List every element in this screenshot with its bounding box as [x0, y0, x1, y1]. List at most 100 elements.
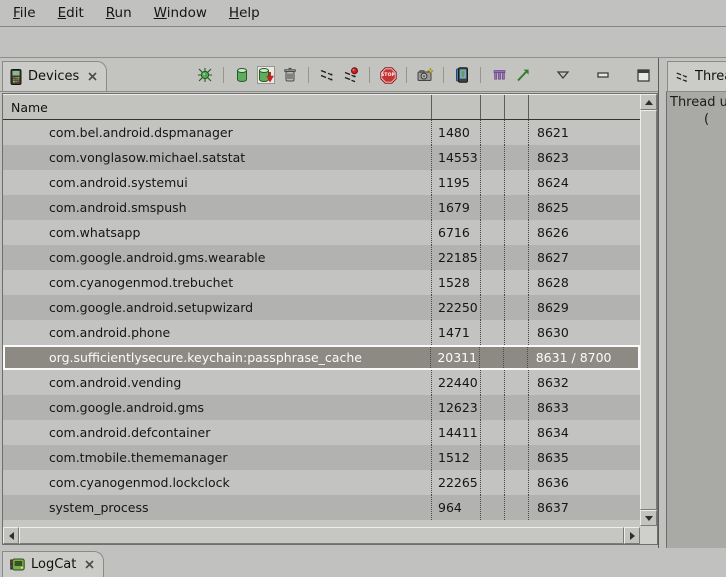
view-menu-icon[interactable]: [554, 66, 572, 84]
row-heap-cell: [480, 295, 504, 320]
threads-view: Threads Thread up (: [666, 58, 726, 553]
row-port: 8624: [528, 170, 640, 195]
column-header-threads[interactable]: [504, 95, 528, 119]
scroll-left-button[interactable]: [3, 527, 19, 544]
horizontal-scroll-thumb[interactable]: [19, 527, 624, 544]
table-row[interactable]: system_process 964 8637: [3, 495, 640, 520]
row-threads-cell: [504, 170, 528, 195]
row-pid: 20311: [430, 347, 479, 368]
garbage-collect-icon[interactable]: [281, 66, 299, 84]
scroll-right-button[interactable]: [624, 527, 640, 544]
table-row[interactable]: com.cyanogenmod.lockclock 22265 8636: [3, 470, 640, 495]
minimize-icon[interactable]: [594, 66, 612, 84]
table-row[interactable]: com.android.vending 22440 8632: [3, 370, 640, 395]
debug-icon[interactable]: [196, 66, 214, 84]
tab-threads-label: Threads: [695, 69, 726, 84]
logcat-icon: [10, 558, 25, 571]
row-pid: 22250: [431, 295, 480, 320]
device-icon[interactable]: [453, 66, 471, 84]
ddms-window: File Edit Run Window Help D: [0, 0, 726, 577]
tab-devices-label: Devices: [28, 69, 79, 84]
table-row[interactable]: com.android.defcontainer 14411 8634: [3, 420, 640, 445]
devices-toolbar: STOP: [196, 62, 652, 88]
table-row[interactable]: com.google.android.setupwizard 22250 862…: [3, 295, 640, 320]
table-row[interactable]: com.whatsapp 6716 8626: [3, 220, 640, 245]
tab-logcat[interactable]: LogCat: [2, 551, 104, 577]
row-heap-cell: [480, 320, 504, 345]
table-header[interactable]: Name: [3, 94, 640, 120]
table-row[interactable]: com.google.android.gms 12623 8633: [3, 395, 640, 420]
close-icon[interactable]: [88, 72, 97, 81]
row-name: com.google.android.gms.wearable: [3, 245, 431, 270]
screen-capture-icon[interactable]: [416, 66, 434, 84]
toolbar-separator: [223, 67, 224, 83]
toolbar-separator: [480, 67, 481, 83]
row-threads-cell: [504, 370, 528, 395]
opengl-trace-icon[interactable]: [514, 66, 532, 84]
close-icon[interactable]: [85, 560, 94, 569]
update-threads-icon[interactable]: [318, 66, 336, 84]
column-header-heap[interactable]: [480, 95, 504, 119]
row-port: 8623: [528, 145, 640, 170]
row-threads-cell: [504, 220, 528, 245]
vertical-scrollbar[interactable]: [640, 94, 657, 526]
row-name: com.cyanogenmod.lockclock: [3, 470, 431, 495]
tab-devices[interactable]: Devices: [2, 61, 107, 91]
table-viewport: Name com.bel.android.dspmanager 1480 862…: [3, 94, 640, 526]
row-port: 8621: [528, 120, 640, 145]
row-name: com.bel.android.dspmanager: [3, 120, 431, 145]
table-row[interactable]: com.vonglasow.michael.satstat 14553 8623: [3, 145, 640, 170]
row-name: com.google.android.setupwizard: [3, 295, 431, 320]
column-header-pid[interactable]: [431, 95, 480, 119]
row-name: org.sufficientlysecure.keychain:passphra…: [5, 347, 430, 368]
table-row[interactable]: com.android.smspush 1679 8625: [3, 195, 640, 220]
menu-item[interactable]: Run: [95, 3, 143, 23]
row-port: 8629: [528, 295, 640, 320]
row-threads-cell: [504, 145, 528, 170]
devices-table: Name com.bel.android.dspmanager 1480 862…: [2, 93, 658, 545]
table-row[interactable]: com.tmobile.thememanager 1512 8635: [3, 445, 640, 470]
threads-panel-body: Thread up (: [666, 92, 726, 552]
scroll-up-button[interactable]: [640, 94, 657, 110]
row-pid: 12623: [431, 395, 480, 420]
row-heap-cell: [480, 370, 504, 395]
systrace-icon[interactable]: [490, 66, 508, 84]
row-name: com.android.phone: [3, 320, 431, 345]
row-port: 8628: [528, 270, 640, 295]
menu-item[interactable]: Window: [143, 3, 218, 23]
tab-threads[interactable]: Threads: [667, 61, 726, 91]
table-row[interactable]: com.android.phone 1471 8630: [3, 320, 640, 345]
column-header-name[interactable]: Name: [3, 95, 431, 119]
threads-icon: [675, 70, 689, 84]
start-method-profiling-icon[interactable]: [342, 66, 360, 84]
threads-message-line2: (: [704, 112, 709, 127]
row-name: com.vonglasow.michael.satstat: [3, 145, 431, 170]
row-name: com.android.defcontainer: [3, 420, 431, 445]
row-name: com.whatsapp: [3, 220, 431, 245]
horizontal-scrollbar[interactable]: [3, 527, 640, 544]
table-row[interactable]: org.sufficientlysecure.keychain:passphra…: [3, 345, 640, 370]
column-header-port[interactable]: [528, 95, 640, 119]
menu-item[interactable]: File: [2, 3, 47, 23]
update-heap-icon[interactable]: [233, 66, 251, 84]
maximize-icon[interactable]: [634, 66, 652, 84]
threads-message-line1: Thread up: [670, 95, 726, 110]
row-name: com.android.systemui: [3, 170, 431, 195]
table-row[interactable]: com.bel.android.dspmanager 1480 8621: [3, 120, 640, 145]
menu-item[interactable]: Edit: [47, 3, 95, 23]
vertical-scroll-thumb[interactable]: [640, 110, 657, 510]
toolbar-separator: [443, 67, 444, 83]
row-heap-cell: [480, 245, 504, 270]
row-threads-cell: [504, 420, 528, 445]
table-row[interactable]: com.android.systemui 1195 8624: [3, 170, 640, 195]
row-port: 8636: [528, 470, 640, 495]
stop-process-icon[interactable]: STOP: [379, 66, 397, 84]
table-row[interactable]: com.cyanogenmod.trebuchet 1528 8628: [3, 270, 640, 295]
row-name: system_process: [3, 495, 431, 520]
menu-item[interactable]: Help: [218, 3, 271, 23]
dump-hprof-icon[interactable]: [257, 66, 275, 84]
row-port: 8632: [528, 370, 640, 395]
table-row[interactable]: com.google.android.gms.wearable 22185 86…: [3, 245, 640, 270]
scroll-down-button[interactable]: [640, 510, 657, 526]
threads-tabbar: Threads: [666, 58, 726, 92]
